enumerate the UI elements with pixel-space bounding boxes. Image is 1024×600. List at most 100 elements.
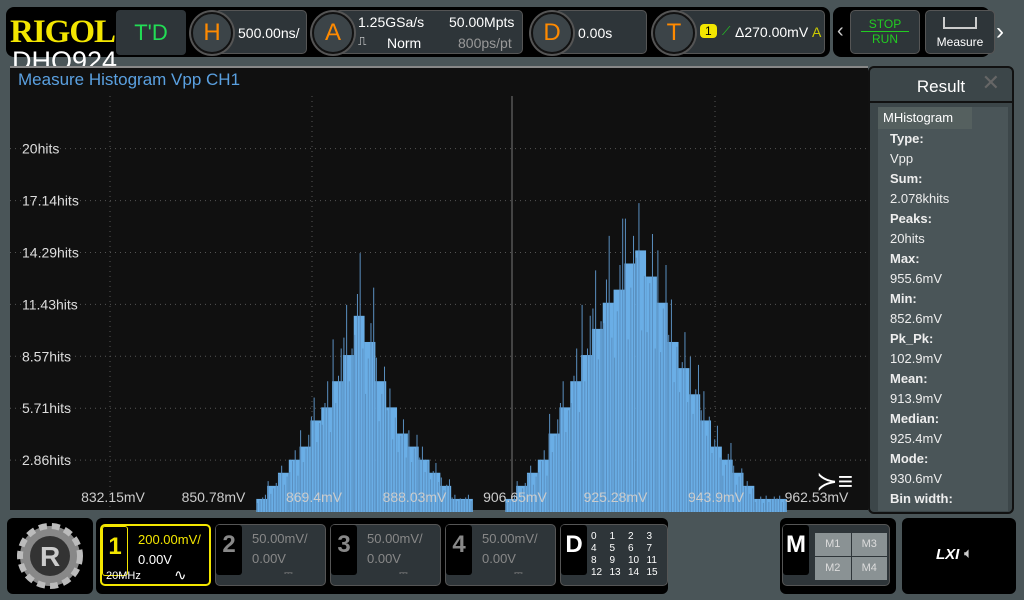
digital-bit: 12 — [591, 567, 603, 578]
math-m2-button[interactable]: M2 — [815, 557, 851, 580]
ac-coupling-icon: ∿ — [174, 567, 187, 584]
y-tick-label: 17.14hits — [22, 193, 79, 209]
stop-label: STOP — [861, 17, 909, 32]
run-stop-button[interactable]: STOP RUN — [850, 10, 920, 54]
plot-title: Measure Histogram Vpp CH1 — [18, 70, 241, 89]
trigger-menu[interactable]: 1 ⟋ Δ270.00mV A — [677, 10, 825, 54]
digital-bit: 5 — [609, 543, 616, 554]
math-m4-button[interactable]: M4 — [851, 557, 887, 580]
y-tick-label: 8.57hits — [22, 348, 71, 364]
result-label: Max: — [890, 251, 920, 266]
close-icon[interactable]: ✕ — [982, 70, 1000, 96]
digital-bit: 7 — [646, 543, 653, 554]
measure-button[interactable]: Measure — [925, 10, 995, 54]
digital-bit: 6 — [628, 543, 634, 554]
dc-coupling-icon: ⎓ — [514, 567, 523, 579]
lxi-icon[interactable]: LXI — [936, 546, 959, 563]
rigol-gear-icon: R — [17, 523, 83, 589]
channel-scale: 200.00mV/ — [138, 532, 201, 547]
horizontal-scale: 500.00ns/ — [238, 25, 300, 41]
math-m1-button[interactable]: M1 — [815, 533, 851, 556]
channel-offset: 0.00V — [367, 551, 401, 566]
math-m3-button[interactable]: M3 — [851, 533, 887, 556]
digital-label: D — [561, 525, 587, 575]
histogram-chart: 2.86hits 5.71hits 8.57hits 11.43hits 14.29hi… — [10, 96, 868, 513]
dc-coupling-icon: ⎓ — [284, 567, 293, 579]
channel-offset: 0.00V — [252, 551, 286, 566]
result-value: 930.6mV — [890, 471, 943, 486]
result-label: Pk_Pk: — [890, 331, 934, 346]
memory-depth: 50.00Mpts — [449, 14, 515, 30]
channel-number: 4 — [446, 525, 472, 575]
channel-offset: 0.00V — [138, 552, 172, 567]
channel-number: 1 — [102, 526, 128, 576]
y-tick-label: 14.29hits — [22, 244, 79, 260]
channel-scale: 50.00mV/ — [482, 531, 538, 546]
y-tick-label: 5.71hits — [22, 400, 71, 416]
digital-bit: 15 — [646, 567, 658, 578]
y-tick-label: 11.43hits — [22, 296, 78, 312]
result-label: Median: — [890, 411, 940, 426]
x-tick-label: 925.28mV — [584, 489, 648, 505]
trigger-mode: A — [812, 24, 822, 40]
result-value: Vpp — [890, 151, 914, 166]
result-label: Min: — [890, 291, 917, 306]
result-value: 102.9mV — [890, 351, 943, 366]
digital-bit: 4 — [591, 543, 597, 554]
horizontal-icon[interactable]: H — [191, 12, 233, 54]
x-tick-label: 888.03mV — [383, 489, 447, 505]
result-label: Bin width: — [890, 491, 953, 506]
channel-number: 2 — [216, 525, 242, 575]
math-button[interactable]: M M1 M3 M2 M4 — [782, 524, 890, 586]
pulse-icon: ⎍ — [358, 34, 367, 48]
digital-bit: 14 — [628, 567, 640, 578]
math-label: M — [783, 525, 809, 575]
result-panel: Result ✕ MHistogram Type: Vpp Sum: 2.078khi… — [868, 66, 1014, 514]
home-button[interactable]: R — [7, 518, 93, 594]
channel-number: 3 — [331, 525, 357, 575]
histogram-plot[interactable]: 2.86hits 5.71hits 8.57hits 11.43hits 14.29hi… — [10, 66, 868, 513]
result-value: 925.4mV — [890, 431, 943, 446]
tab-mhistogram[interactable]: MHistogram — [878, 107, 972, 129]
sample-rate: 1.25GSa/s — [358, 14, 425, 30]
digital-bit: 11 — [646, 555, 657, 566]
trigger-level: Δ270.00mV — [735, 24, 809, 40]
digital-bit: 8 — [591, 555, 597, 566]
run-label: RUN — [872, 32, 898, 46]
acquire-icon[interactable]: A — [312, 12, 354, 54]
x-tick-label: 943.9mV — [688, 489, 745, 505]
result-label: Peaks: — [890, 211, 932, 226]
chevron-right-icon[interactable]: › — [996, 18, 1004, 46]
delay-value: 0.00s — [578, 25, 613, 41]
trigger-source-badge: 1 — [700, 24, 717, 38]
mute-icon[interactable]: 🔈︎ — [964, 545, 973, 562]
channel-scale: 50.00mV/ — [367, 531, 423, 546]
x-tick-label: 906.65mV — [483, 489, 547, 505]
trigger-status[interactable]: T'D — [116, 10, 186, 55]
acquire-mode: Norm — [387, 35, 422, 51]
digital-bit: 13 — [609, 567, 621, 578]
ruler-icon — [943, 17, 977, 29]
svg-text:R: R — [40, 541, 60, 572]
chevron-left-icon[interactable]: ‹ — [837, 20, 844, 43]
channel-1-button[interactable]: 1 200.00mV/ 0.00V 20MHz ∿ — [100, 524, 211, 586]
result-label: Mode: — [890, 451, 929, 466]
digital-channel-button[interactable]: D 0 1 2 3 4 5 6 7 8 9 10 11 12 13 14 15 — [560, 524, 668, 586]
menu-expand-icon[interactable]: ≻≡ — [816, 468, 853, 494]
x-tick-label: 869.4mV — [286, 489, 343, 505]
channel-4-button[interactable]: 4 50.00mV/ 0.00V ⎓ — [445, 524, 556, 586]
result-value: 852.6mV — [890, 311, 943, 326]
digital-bit: 9 — [609, 555, 616, 566]
x-tick-label: 850.78mV — [182, 489, 246, 505]
channel-2-button[interactable]: 2 50.00mV/ 0.00V ⎓ — [215, 524, 326, 586]
trigger-icon[interactable]: T — [653, 12, 695, 54]
digital-bit: 1 — [609, 531, 616, 542]
delay-icon[interactable]: D — [531, 12, 573, 54]
result-label: Sum: — [890, 171, 923, 186]
channel-3-button[interactable]: 3 50.00mV/ 0.00V ⎓ — [330, 524, 441, 586]
channel-offset: 0.00V — [482, 551, 516, 566]
result-value: 913.9mV — [890, 391, 943, 406]
acquire-menu[interactable]: 1.25GSa/s ⎍ Norm 50.00Mpts 800ps/pt — [335, 10, 523, 54]
result-value: 20hits — [890, 231, 925, 246]
resolution: 800ps/pt — [458, 35, 512, 51]
